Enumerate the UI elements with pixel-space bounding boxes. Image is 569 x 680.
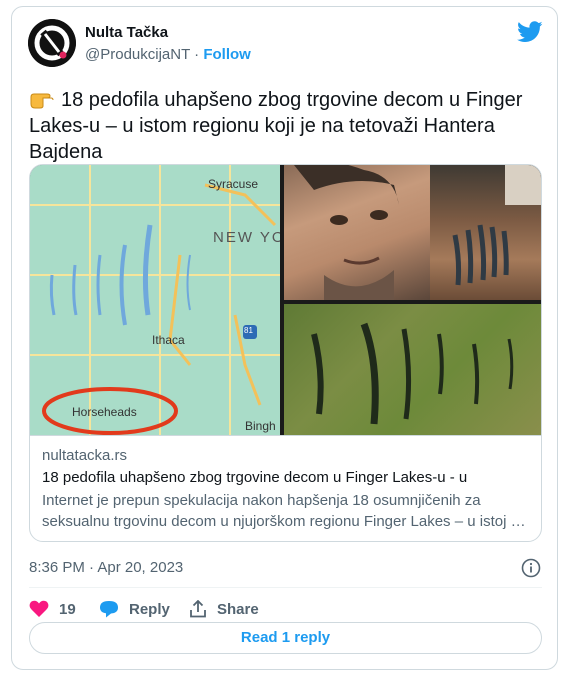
dot-separator: ·: [194, 46, 200, 63]
share-label: Share: [217, 600, 259, 618]
info-icon[interactable]: [521, 558, 541, 578]
reply-label: Reply: [129, 600, 170, 618]
twitter-bird-icon[interactable]: [517, 21, 543, 43]
follow-button[interactable]: Follow: [203, 46, 251, 63]
like-button[interactable]: 19: [29, 593, 76, 625]
author-handle[interactable]: @ProdukcijaNT: [85, 46, 190, 63]
tweet-embed: Nulta Tačka @ProdukcijaNT · Follow 18 pe…: [11, 6, 558, 670]
card-domain: nultatacka.rs: [42, 447, 128, 464]
link-card[interactable]: Syracuse NEW YO Ithaca Horseheads Bingh …: [29, 164, 542, 542]
heart-icon: [29, 600, 49, 617]
map-label-bingh: Bingh: [245, 419, 276, 433]
map-graphic: [30, 165, 280, 435]
satellite-photo: [284, 304, 541, 435]
card-image[interactable]: Syracuse NEW YO Ithaca Horseheads Bingh …: [30, 165, 541, 435]
map-label-ithaca: Ithaca: [152, 333, 185, 347]
highway-shield: 81: [244, 326, 253, 335]
card-description: Internet je prepun spekulacija nakon hap…: [42, 492, 526, 530]
read-replies-button[interactable]: Read 1 reply: [29, 622, 542, 654]
tweet-timestamp[interactable]: 8:36 PM · Apr 20, 2023: [29, 559, 183, 576]
divider: [29, 587, 542, 588]
share-icon: [190, 600, 206, 618]
map-image: Syracuse NEW YO Ithaca Horseheads Bingh …: [30, 165, 280, 435]
share-button[interactable]: Share: [189, 593, 259, 625]
map-label-horseheads: Horseheads: [72, 405, 137, 419]
card-body[interactable]: nultatacka.rs 18 pedofila uhapšeno zbog …: [30, 435, 541, 541]
pointing-hand-icon: [29, 87, 55, 113]
map-label-new-york: NEW YO: [213, 229, 280, 246]
tattoo-photo: [430, 165, 541, 300]
avatar[interactable]: [28, 19, 76, 67]
nulta-tacka-logo-icon: [28, 19, 76, 67]
map-label-syracuse: Syracuse: [208, 177, 259, 191]
face-photo: [284, 165, 430, 300]
author-handle-row: @ProdukcijaNT · Follow: [85, 46, 251, 63]
author-name[interactable]: Nulta Tačka: [85, 24, 168, 41]
like-count: 19: [59, 600, 76, 618]
tweet-header: Nulta Tačka @ProdukcijaNT · Follow: [28, 19, 543, 71]
tweet-text-block: 18 pedofila uhapšeno zbog trgovine decom…: [29, 87, 544, 165]
card-title[interactable]: 18 pedofila uhapšeno zbog trgovine decom…: [42, 468, 531, 487]
reply-button[interactable]: Reply: [99, 593, 170, 625]
tweet-text: 18 pedofila uhapšeno zbog trgovine decom…: [29, 89, 523, 163]
action-bar: 19 Reply Share: [29, 593, 542, 625]
reply-bubble-icon: [100, 601, 118, 618]
